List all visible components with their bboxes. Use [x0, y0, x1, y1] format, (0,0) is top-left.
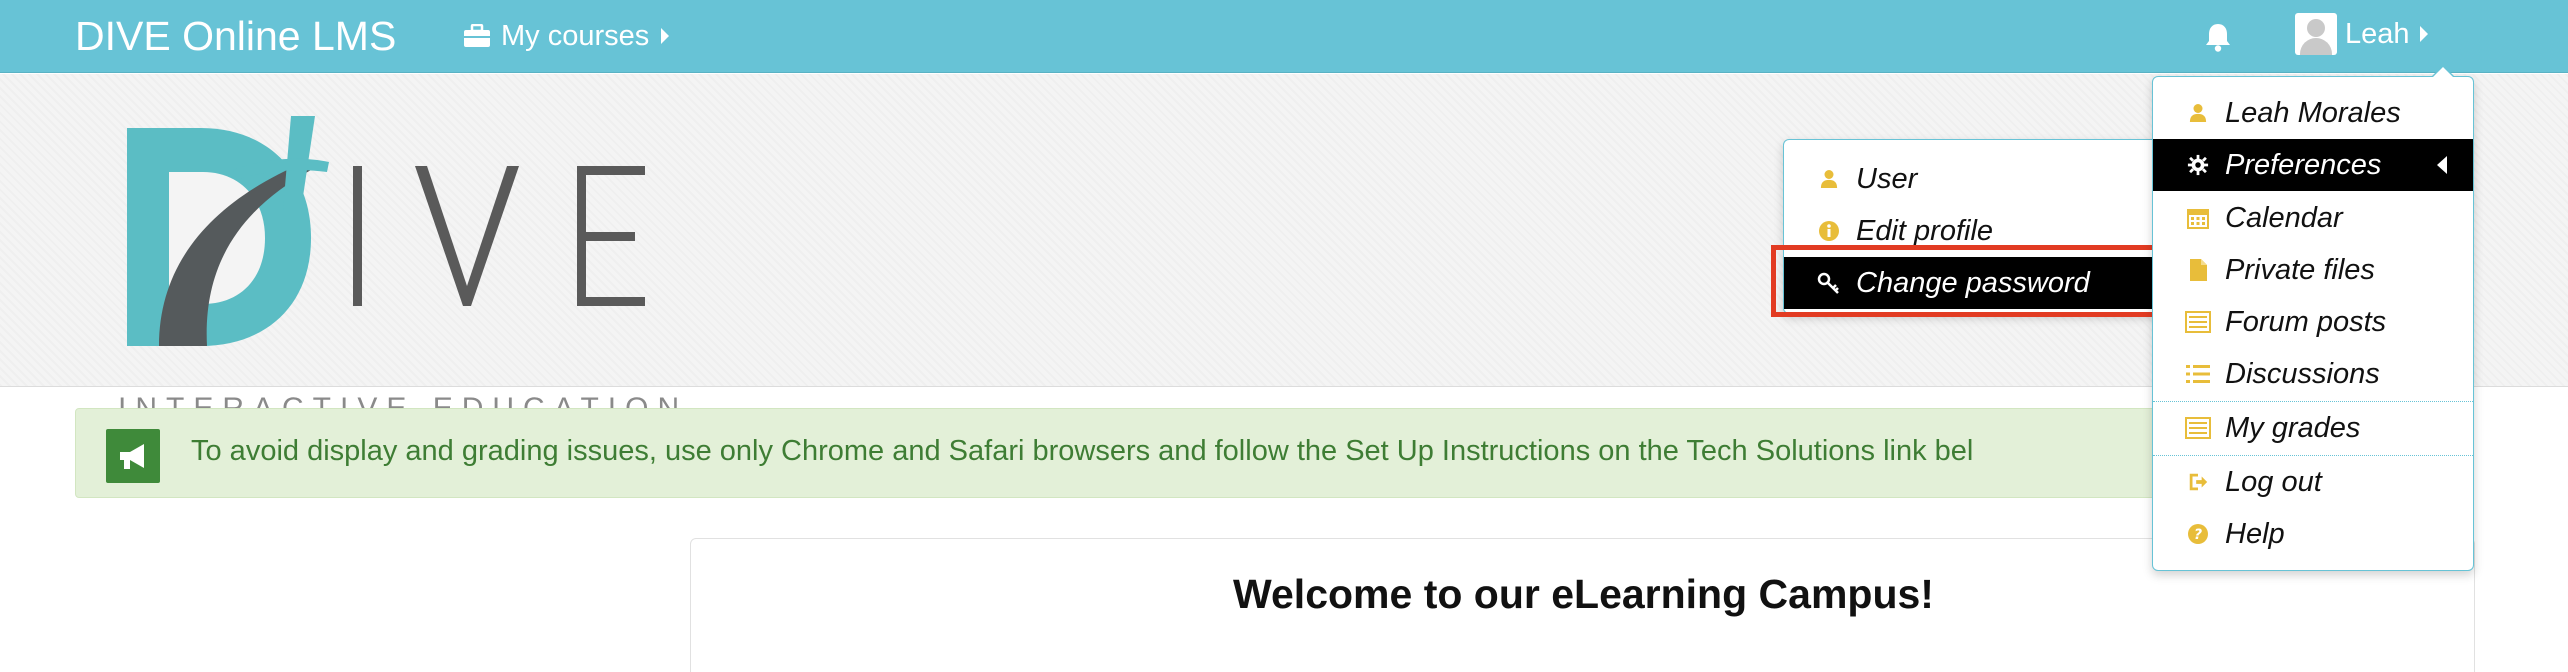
top-navbar: DIVE Online LMS My courses Leah: [0, 0, 2568, 73]
menu-item-edit-profile[interactable]: Edit profile: [1784, 205, 2162, 257]
menu-item-label: Preferences: [2225, 148, 2382, 181]
page-title: Welcome to our eLearning Campus!: [1233, 571, 1934, 617]
menu-item-label: Calendar: [2225, 201, 2343, 234]
menu-item-change-password[interactable]: Change password: [1784, 257, 2162, 309]
menu-item-log-out[interactable]: Log out: [2153, 456, 2473, 508]
bell-icon[interactable]: [2201, 20, 2235, 54]
user-dropdown-menu: Leah Morales Preferences Calendar Privat…: [2152, 65, 2474, 571]
caret-right-icon: [2419, 26, 2428, 42]
my-courses-label: My courses: [501, 19, 650, 52]
user-menu-toggle[interactable]: Leah: [2295, 12, 2428, 56]
browser-notice-alert: To avoid display and grading issues, use…: [75, 408, 2275, 498]
menu-item-label: My grades: [2225, 411, 2361, 444]
site-brand[interactable]: DIVE Online LMS: [75, 10, 396, 62]
table-icon: [2183, 413, 2213, 443]
calendar-icon: [2183, 203, 2213, 233]
avatar: [2295, 13, 2337, 55]
menu-item-help[interactable]: ? Help: [2153, 508, 2473, 560]
sign-out-icon: [2183, 467, 2213, 497]
info-circle-icon: [1814, 216, 1844, 246]
menu-item-label: Edit profile: [1856, 214, 1994, 247]
list-alt-icon: [2183, 307, 2213, 337]
caret-right-icon: [661, 28, 670, 44]
user-icon: [2183, 98, 2213, 128]
menu-item-label: User: [1856, 162, 1918, 195]
menu-item-forum-posts[interactable]: Forum posts: [2153, 296, 2473, 348]
menu-item-label: Private files: [2225, 253, 2375, 286]
alert-message: To avoid display and grading issues, use…: [191, 435, 1974, 467]
menu-item-label: Leah Morales: [2225, 96, 2401, 129]
menu-item-user[interactable]: User: [1784, 153, 2162, 205]
caret-left-icon: [2437, 156, 2447, 174]
gear-icon: [2183, 150, 2213, 180]
menu-item-calendar[interactable]: Calendar: [2153, 192, 2473, 244]
menu-item-label: Discussions: [2225, 357, 2380, 390]
menu-item-private-files[interactable]: Private files: [2153, 244, 2473, 296]
menu-item-label: Forum posts: [2225, 305, 2387, 338]
menu-item-discussions[interactable]: Discussions: [2153, 348, 2473, 400]
user-menu-label: Leah: [2345, 17, 2410, 50]
my-courses-menu[interactable]: My courses: [463, 16, 670, 56]
bullhorn-icon: [106, 429, 160, 483]
question-circle-icon: ?: [2183, 519, 2213, 549]
menu-item-label: Change password: [1856, 266, 2090, 299]
file-icon: [2183, 255, 2213, 285]
menu-item-my-grades[interactable]: My grades: [2153, 402, 2473, 454]
menu-item-label: Log out: [2225, 465, 2322, 498]
menu-item-label: Help: [2225, 517, 2285, 550]
svg-text:?: ?: [2194, 527, 2202, 543]
briefcase-icon: [464, 24, 490, 47]
user-icon: [1814, 164, 1844, 194]
dive-logo: [127, 116, 645, 346]
preferences-submenu: User Edit profile Change password: [1783, 139, 2163, 314]
key-icon: [1814, 268, 1844, 298]
menu-item-profile[interactable]: Leah Morales: [2153, 87, 2473, 139]
list-icon: [2183, 359, 2213, 389]
menu-item-preferences[interactable]: Preferences: [2153, 139, 2473, 191]
